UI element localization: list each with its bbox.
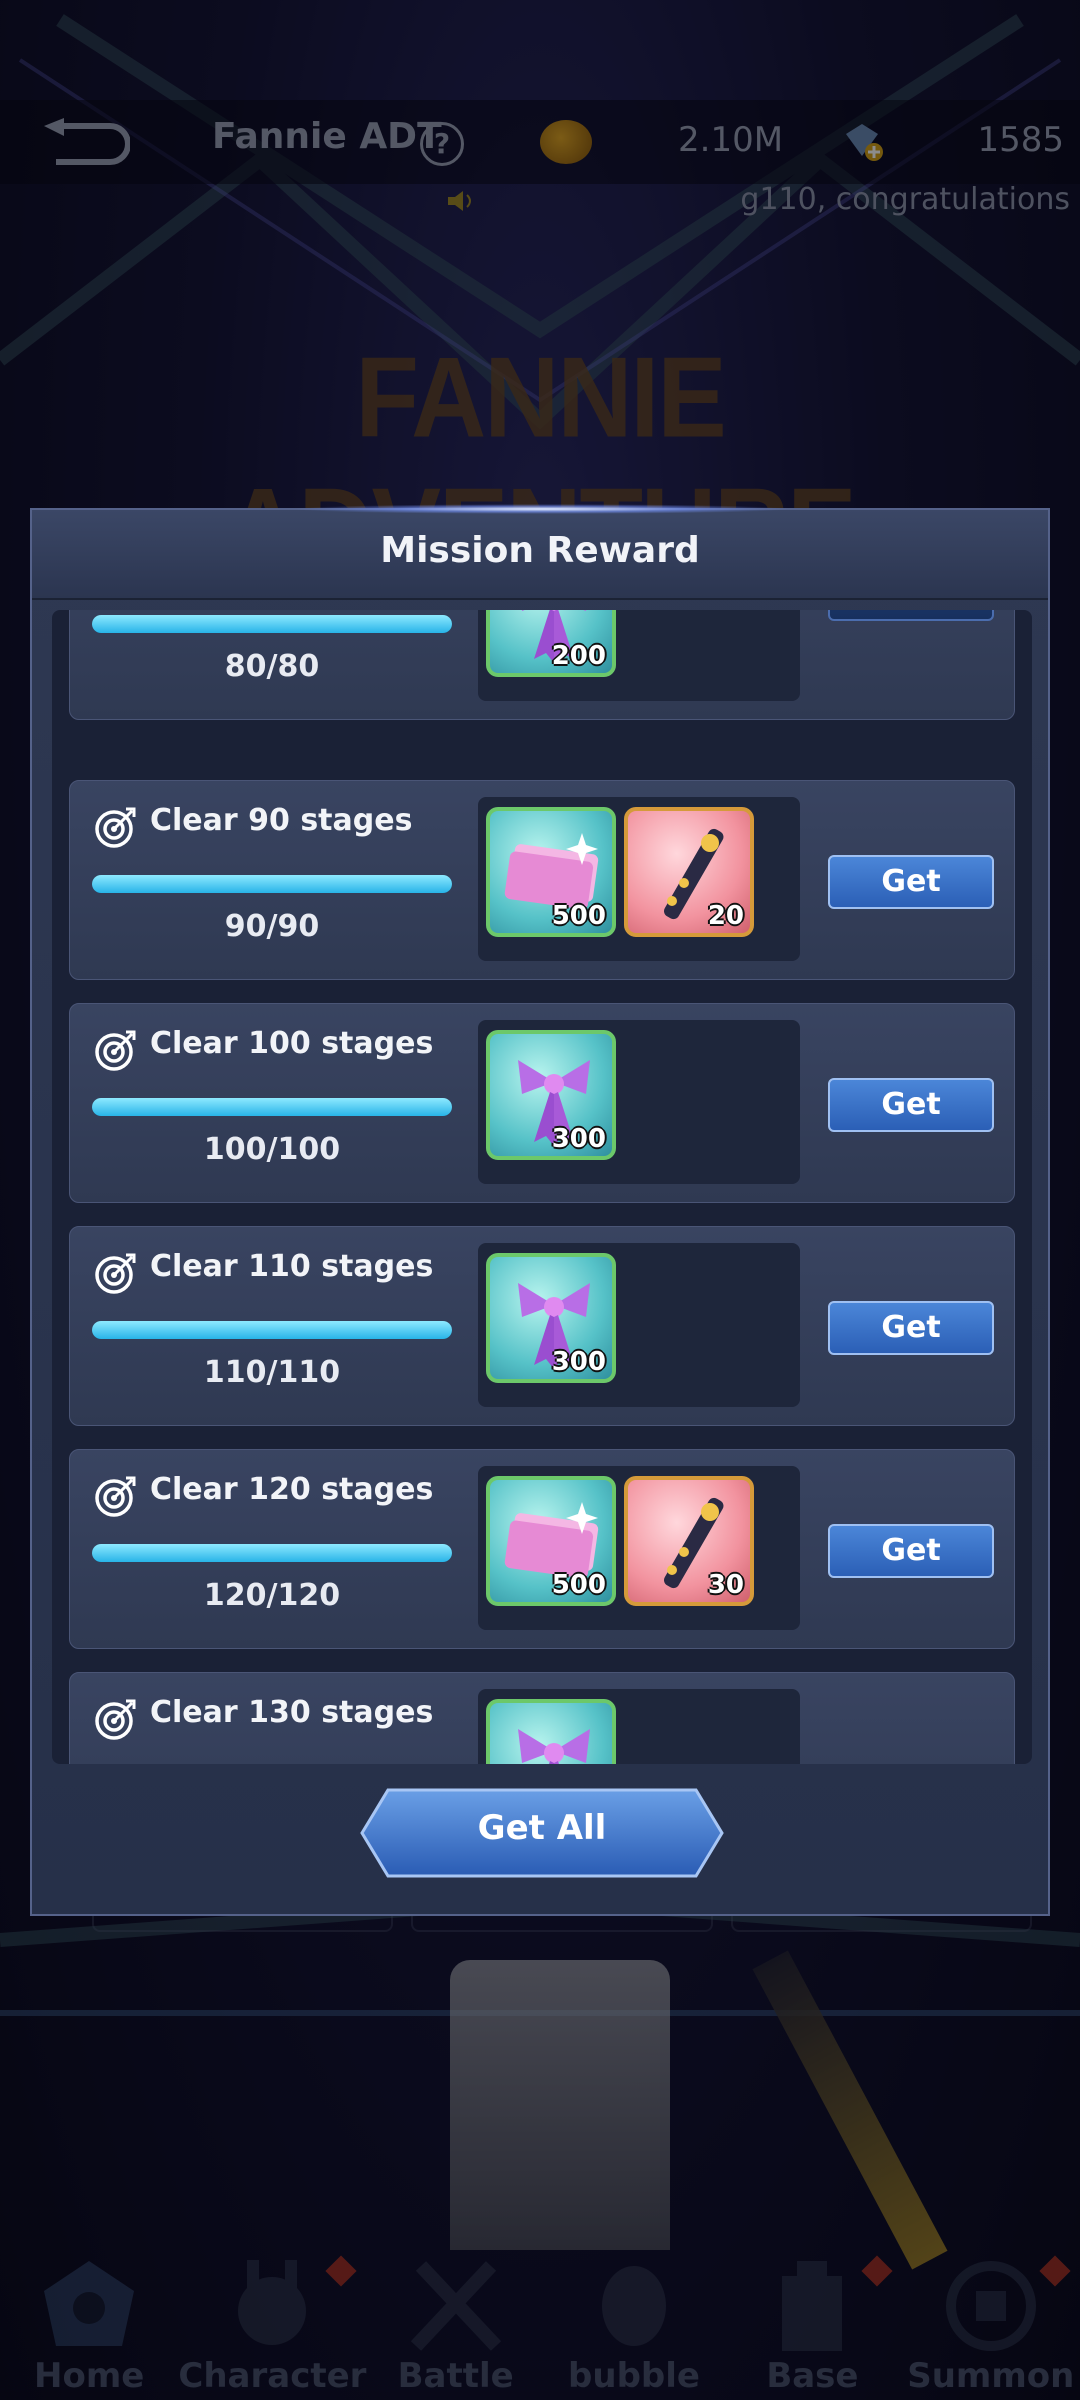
- reward-item[interactable]: [486, 1699, 616, 1764]
- dialog-header: Mission Reward: [32, 510, 1048, 600]
- progress-text: 80/80: [224, 649, 320, 684]
- reward-quantity: 30: [707, 1570, 744, 1600]
- progress-fill: [92, 1321, 452, 1339]
- dialog-title: Mission Reward: [380, 530, 700, 571]
- reward-quantity: 300: [551, 1347, 606, 1377]
- reward-box: 500 30: [478, 1466, 800, 1630]
- reward-item[interactable]: 30: [624, 1476, 754, 1606]
- reward-quantity: 20: [707, 901, 744, 931]
- get-button[interactable]: Get: [828, 1301, 994, 1355]
- progress-bar: [92, 1544, 452, 1562]
- target-icon: [95, 1476, 136, 1517]
- progress-text: 90/90: [224, 909, 320, 944]
- progress-fill: [92, 875, 452, 893]
- mission-list[interactable]: 80/80 200 Complete Clear 90 stages 90/90 500 2…: [52, 610, 1032, 1764]
- reward-item[interactable]: 500: [486, 1476, 616, 1606]
- mission-title: Clear 90 stages: [150, 803, 413, 838]
- progress-text: 120/120: [203, 1578, 341, 1613]
- mission-reward-dialog: Mission Reward 80/80 200 Complete Clear 90 …: [30, 504, 1050, 1916]
- reward-item[interactable]: 300: [486, 1253, 616, 1383]
- target-icon: [95, 1699, 136, 1740]
- mission-title: Clear 110 stages: [150, 1249, 434, 1284]
- mission-row: Clear 110 stages 110/110 300 Get: [69, 1226, 1015, 1426]
- ribbon-icon: [518, 1729, 590, 1764]
- progress-text: 110/110: [203, 1355, 341, 1390]
- reward-box: 500 20: [478, 797, 800, 961]
- target-icon: [95, 1030, 136, 1071]
- get-button[interactable]: Get: [828, 1078, 994, 1132]
- mission-title: Clear 130 stages: [150, 1695, 434, 1730]
- reward-quantity: 200: [551, 641, 606, 671]
- complete-button: Complete: [828, 610, 994, 621]
- mission-row: Clear 120 stages 120/120 500 30 Get: [69, 1449, 1015, 1649]
- target-icon: [95, 807, 136, 848]
- reward-item[interactable]: 200: [486, 610, 616, 677]
- progress-bar: [92, 615, 452, 633]
- reward-quantity: 500: [551, 1570, 606, 1600]
- header-glow: [292, 504, 792, 514]
- progress-fill: [92, 1544, 452, 1562]
- progress-bar: [92, 1321, 452, 1339]
- reward-item[interactable]: 500: [486, 807, 616, 937]
- progress-fill: [92, 1098, 452, 1116]
- progress-bar: [92, 875, 452, 893]
- reward-quantity: 500: [551, 901, 606, 931]
- get-button[interactable]: Get: [828, 855, 994, 909]
- reward-box: 300: [478, 1020, 800, 1184]
- mission-row: Clear 130 stages: [69, 1672, 1015, 1764]
- mission-list-viewport: 80/80 200 Complete Clear 90 stages 90/90 500 2…: [52, 610, 1032, 1764]
- progress-fill: [92, 615, 452, 633]
- mission-title: Clear 100 stages: [150, 1026, 434, 1061]
- progress-text: 100/100: [203, 1132, 341, 1167]
- reward-box: [478, 1689, 800, 1764]
- reward-box: 200: [478, 610, 800, 701]
- mission-row: Clear 100 stages 100/100 300 Get: [69, 1003, 1015, 1203]
- mission-row: Clear 90 stages 90/90 500 20 Get: [69, 780, 1015, 980]
- get-button[interactable]: Get: [828, 1524, 994, 1578]
- reward-item[interactable]: 300: [486, 1030, 616, 1160]
- mission-title: Clear 120 stages: [150, 1472, 434, 1507]
- mission-row: 80/80 200 Complete: [69, 610, 1015, 720]
- progress-bar: [92, 1098, 452, 1116]
- reward-box: 300: [478, 1243, 800, 1407]
- target-icon: [95, 1253, 136, 1294]
- reward-quantity: 300: [551, 1124, 606, 1154]
- get-all-label: Get All: [477, 1808, 607, 1848]
- reward-item[interactable]: 20: [624, 807, 754, 937]
